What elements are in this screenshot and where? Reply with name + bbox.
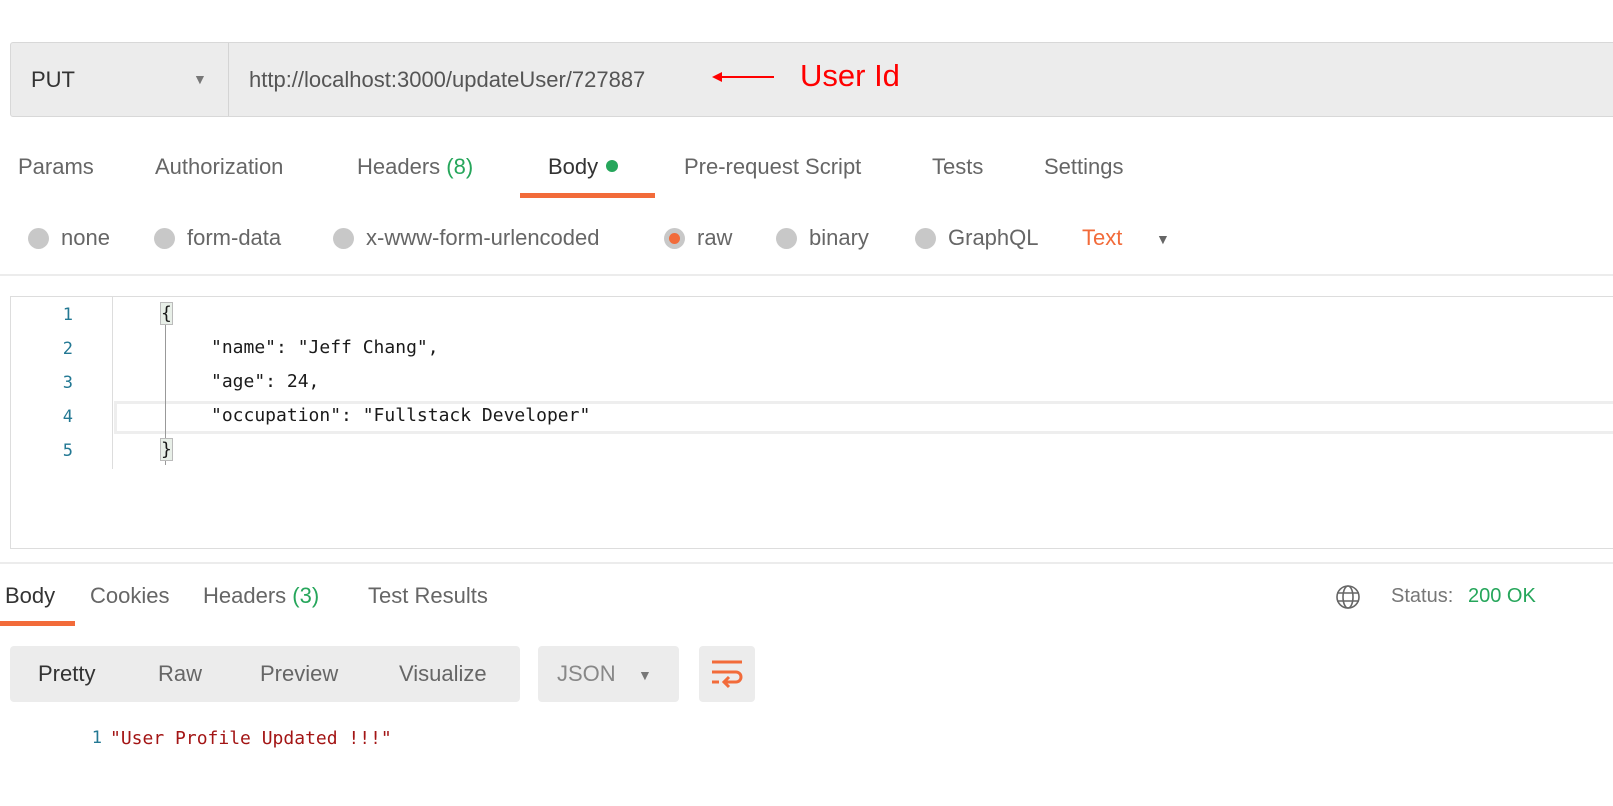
radio-selected-icon bbox=[664, 227, 685, 249]
line-number: 5 bbox=[62, 441, 73, 461]
headers-count: (8) bbox=[446, 154, 474, 179]
code-line: "occupation": "Fullstack Developer" bbox=[211, 405, 591, 426]
body-editor[interactable]: 1 2 3 4 5 { "name": "Jeff Chang", "age":… bbox=[10, 296, 1613, 549]
view-raw-button[interactable]: Raw bbox=[158, 661, 202, 687]
view-mode-group: Pretty Raw Preview Visualize bbox=[10, 646, 520, 702]
radio-binary[interactable]: binary bbox=[776, 225, 869, 251]
radio-raw[interactable]: raw bbox=[664, 225, 732, 251]
code-line: "age": 24, bbox=[211, 371, 320, 392]
view-visualize-button[interactable]: Visualize bbox=[399, 661, 487, 687]
line-number: 1 bbox=[62, 305, 73, 325]
view-preview-button[interactable]: Preview bbox=[260, 661, 338, 687]
url-input[interactable]: http://localhost:3000/updateUser/727887 bbox=[249, 43, 645, 116]
radio-icon bbox=[776, 227, 797, 249]
line-number: 3 bbox=[62, 373, 73, 393]
radio-icon bbox=[154, 227, 175, 249]
tab-settings[interactable]: Settings bbox=[1044, 154, 1124, 180]
caret-down-icon: ▼ bbox=[193, 71, 207, 87]
view-pretty-button[interactable]: Pretty bbox=[38, 661, 95, 687]
tab-headers-label: Headers bbox=[357, 154, 441, 179]
wrap-icon bbox=[712, 660, 743, 689]
caret-down-icon: ▼ bbox=[638, 667, 652, 683]
method-label: PUT bbox=[31, 66, 75, 92]
arrow-left-icon bbox=[712, 72, 774, 82]
tab-tests[interactable]: Tests bbox=[932, 154, 983, 180]
radio-label: form-data bbox=[187, 225, 282, 250]
code-line: "name": "Jeff Chang", bbox=[211, 337, 439, 358]
user-id-annotation: User Id bbox=[800, 58, 900, 93]
line-number: 4 bbox=[62, 407, 73, 427]
body-indicator-dot bbox=[606, 160, 619, 172]
response-tab-cookies[interactable]: Cookies bbox=[90, 583, 169, 609]
radio-label: none bbox=[61, 225, 110, 250]
caret-down-icon[interactable]: ▼ bbox=[1156, 231, 1170, 247]
radio-icon bbox=[28, 227, 49, 249]
radio-form-data[interactable]: form-data bbox=[154, 225, 281, 251]
status-label: Status: bbox=[1391, 585, 1454, 607]
radio-label: binary bbox=[809, 225, 869, 250]
radio-label: raw bbox=[697, 225, 733, 250]
response-line-number: 1 bbox=[91, 728, 102, 748]
tab-headers[interactable]: Headers (8) bbox=[357, 154, 473, 180]
active-tab-indicator bbox=[0, 621, 75, 626]
raw-format-select[interactable]: Text bbox=[1082, 225, 1122, 251]
response-format-select[interactable]: JSON ▼ bbox=[538, 646, 679, 702]
method-select[interactable]: PUT ▼ bbox=[11, 43, 229, 116]
status-value: 200 OK bbox=[1468, 585, 1536, 607]
divider bbox=[0, 562, 1613, 564]
tab-pre-request-script[interactable]: Pre-request Script bbox=[684, 154, 861, 180]
divider bbox=[0, 274, 1613, 276]
response-body-text: "User Profile Updated !!!" bbox=[110, 728, 392, 749]
response-tab-body[interactable]: Body bbox=[5, 583, 55, 609]
radio-label: x-www-form-urlencoded bbox=[366, 225, 600, 250]
radio-icon bbox=[333, 227, 354, 249]
code-line: { bbox=[160, 302, 173, 325]
wrap-lines-button[interactable] bbox=[699, 646, 755, 702]
globe-icon[interactable] bbox=[1335, 584, 1361, 610]
response-tab-headers[interactable]: Headers (3) bbox=[203, 583, 319, 609]
response-format-label: JSON bbox=[557, 661, 616, 686]
response-headers-count: (3) bbox=[292, 583, 320, 608]
response-tab-headers-label: Headers bbox=[203, 583, 287, 608]
tab-params[interactable]: Params bbox=[18, 154, 94, 180]
radio-label: GraphQL bbox=[948, 225, 1039, 250]
tab-body[interactable]: Body bbox=[548, 154, 619, 180]
radio-urlencoded[interactable]: x-www-form-urlencoded bbox=[333, 225, 600, 251]
line-number: 2 bbox=[62, 339, 73, 359]
code-line: } bbox=[160, 438, 173, 461]
radio-none[interactable]: none bbox=[28, 225, 110, 251]
tab-authorization[interactable]: Authorization bbox=[155, 154, 283, 180]
radio-graphql[interactable]: GraphQL bbox=[915, 225, 1039, 251]
radio-icon bbox=[915, 227, 936, 249]
active-tab-indicator bbox=[520, 193, 655, 198]
response-tab-test-results[interactable]: Test Results bbox=[368, 583, 488, 609]
tab-body-label: Body bbox=[548, 154, 599, 179]
